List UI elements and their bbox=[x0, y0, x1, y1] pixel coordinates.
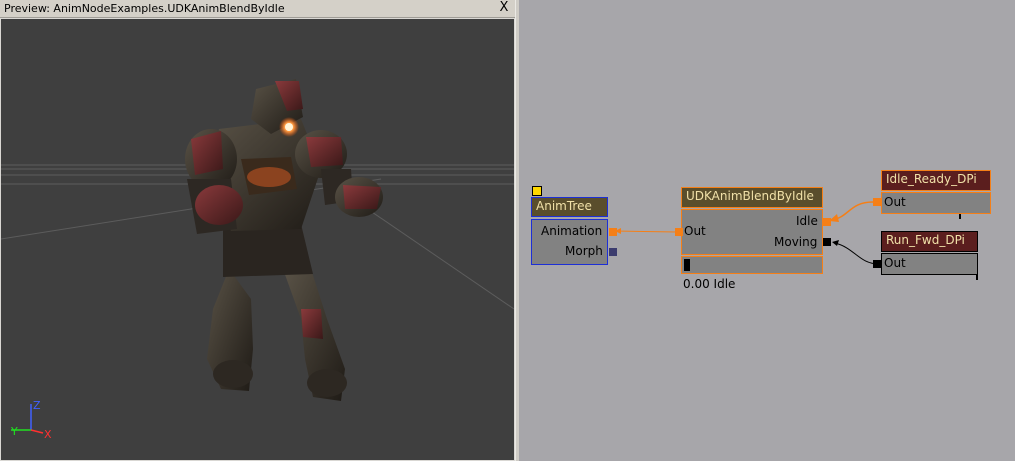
seq-run-tick bbox=[976, 275, 978, 280]
node-seq-idle-title[interactable]: Idle_Ready_DPi bbox=[881, 170, 991, 191]
node-seq-run-title[interactable]: Run_Fwd_DPi bbox=[881, 231, 978, 252]
pin-blend-out[interactable] bbox=[675, 228, 683, 236]
pin-moving[interactable] bbox=[823, 238, 831, 246]
pin-morph-label: Morph bbox=[565, 244, 603, 258]
preview-panel: Preview: AnimNodeExamples.UDKAnimBlendBy… bbox=[0, 0, 515, 461]
preview-viewport[interactable]: Z Y X bbox=[1, 19, 514, 460]
blend-weight-slider[interactable] bbox=[681, 256, 823, 274]
node-blend-title[interactable]: UDKAnimBlendByIdle bbox=[681, 187, 823, 208]
anim-tree-graph[interactable]: AnimTree Animation Morph UDKAnimBlendByI… bbox=[519, 0, 1015, 461]
pin-blend-out-label: Out bbox=[684, 224, 706, 238]
close-button[interactable]: X bbox=[497, 1, 511, 15]
pin-idle[interactable] bbox=[823, 218, 831, 226]
pin-animation[interactable] bbox=[609, 228, 617, 236]
preview-title: Preview: AnimNodeExamples.UDKAnimBlendBy… bbox=[4, 2, 285, 15]
blend-weight-handle[interactable] bbox=[684, 259, 690, 271]
axis-x-label: X bbox=[44, 428, 52, 441]
pin-seq-idle-out-label: Out bbox=[884, 195, 906, 209]
selection-marker bbox=[532, 186, 542, 196]
pin-seq-idle-out[interactable] bbox=[873, 198, 881, 206]
node-animtree-title[interactable]: AnimTree bbox=[531, 197, 608, 217]
pin-animation-label: Animation bbox=[541, 224, 603, 238]
pin-seq-run-out[interactable] bbox=[873, 260, 881, 268]
robot-character bbox=[185, 79, 383, 401]
pin-idle-label: Idle bbox=[796, 214, 818, 228]
wire-arrow-moving bbox=[832, 240, 839, 246]
axis-y-label: Y bbox=[10, 425, 18, 438]
seq-idle-tick bbox=[959, 214, 961, 219]
wire-blend-to-animation bbox=[614, 230, 678, 233]
blend-status-text: 0.00 Idle bbox=[683, 277, 736, 291]
pin-moving-label: Moving bbox=[774, 235, 818, 249]
pin-morph[interactable] bbox=[609, 248, 617, 256]
preview-titlebar: Preview: AnimNodeExamples.UDKAnimBlendBy… bbox=[0, 0, 515, 18]
axis-gizmo: Z Y X bbox=[10, 399, 52, 441]
viewport-scene: Z Y X bbox=[1, 79, 514, 441]
pin-seq-run-out-label: Out bbox=[884, 256, 906, 270]
axis-z-label: Z bbox=[33, 399, 41, 412]
